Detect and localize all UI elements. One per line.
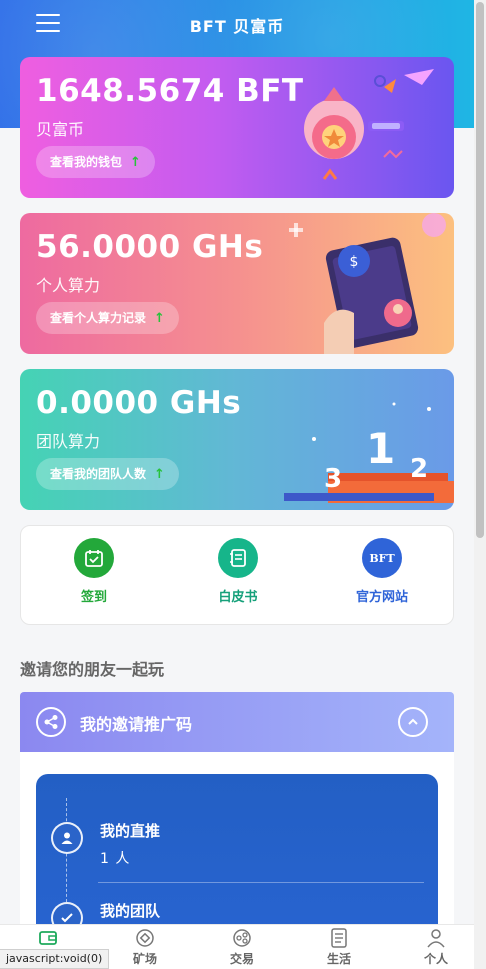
tab-life-label: 生活	[326, 952, 351, 966]
notebook-icon	[218, 538, 258, 578]
chevron-up-icon[interactable]	[398, 707, 428, 737]
wallet-balance: 1648.5674 BFT	[36, 73, 304, 109]
top-bar: BFT 贝富币	[0, 0, 474, 48]
wallet-balance-card: 1648.5674 BFT 贝富币 查看我的钱包 ↑	[20, 57, 454, 198]
app-page: BFT 贝富币 1648.5674 BFT 贝富币 查看我的钱包 ↑ 56.000…	[0, 0, 474, 969]
arrow-up-icon: ↑	[130, 155, 141, 170]
exchange-icon	[212, 927, 272, 949]
document-icon	[309, 927, 369, 949]
svg-text:2: 2	[410, 454, 428, 484]
view-team-members-label: 查看我的团队人数	[50, 467, 147, 481]
view-hashrate-records-label: 查看个人算力记录	[50, 311, 147, 325]
view-team-members-button[interactable]: 查看我的团队人数 ↑	[36, 458, 179, 490]
tab-life[interactable]: 生活	[309, 927, 369, 967]
view-wallet-button[interactable]: 查看我的钱包 ↑	[36, 146, 155, 178]
bft-logo-icon: BFT	[362, 538, 402, 578]
svg-text:1: 1	[366, 424, 395, 473]
divider	[98, 882, 424, 883]
arrow-up-icon: ↑	[154, 311, 165, 326]
personal-hashrate-label: 个人算力	[36, 276, 101, 295]
phone-illustration: $	[289, 213, 446, 354]
view-hashrate-records-button[interactable]: 查看个人算力记录 ↑	[36, 302, 179, 334]
tab-profile-label: 个人	[423, 952, 448, 966]
share-icon	[36, 707, 66, 737]
calendar-check-icon	[74, 538, 114, 578]
browser-status-bar: javascript:void(0)	[0, 949, 110, 969]
tab-wallet[interactable]	[18, 927, 78, 949]
tab-exchange-label: 交易	[229, 952, 254, 966]
tab-mine-label: 矿场	[132, 952, 157, 966]
check-in-link[interactable]: 签到	[39, 538, 149, 605]
svg-text:$: $	[350, 254, 359, 270]
personal-hashrate-card: 56.0000 GHs 个人算力 查看个人算力记录 ↑ $	[20, 213, 454, 354]
svg-text:3: 3	[324, 464, 342, 494]
whitepaper-label: 白皮书	[218, 590, 258, 605]
check-in-label: 签到	[80, 590, 107, 605]
page-title: BFT 贝富币	[189, 17, 285, 36]
person-icon	[51, 822, 83, 854]
invite-code-title: 我的邀请推广码	[80, 715, 193, 734]
money-bag-illustration	[304, 69, 434, 180]
tab-exchange[interactable]: 交易	[212, 927, 272, 967]
whitepaper-link[interactable]: 白皮书	[183, 538, 293, 605]
scrollbar-thumb[interactable]	[476, 2, 484, 538]
quick-links-panel: 签到 白皮书 BFT 官方网站	[20, 525, 454, 625]
mine-icon	[115, 927, 175, 949]
invite-section-title: 邀请您的朋友一起玩	[20, 660, 165, 679]
official-website-label: 官方网站	[355, 590, 408, 605]
arrow-up-icon: ↑	[154, 467, 165, 482]
team-hashrate-label: 团队算力	[36, 432, 101, 451]
team-hashrate: 0.0000 GHs	[36, 385, 242, 421]
my-team-title: 我的团队	[100, 902, 161, 920]
personal-hashrate: 56.0000 GHs	[36, 229, 264, 265]
tab-mine[interactable]: 矿场	[115, 927, 175, 967]
tab-profile[interactable]: 个人	[406, 927, 466, 967]
page-scrollbar[interactable]	[474, 0, 486, 969]
wallet-icon	[18, 927, 78, 949]
direct-referrals-title: 我的直推	[100, 822, 161, 840]
team-hashrate-card: 0.0000 GHs 团队算力 查看我的团队人数 ↑ 1 2 3	[20, 369, 454, 510]
invite-code-header[interactable]: 我的邀请推广码	[20, 692, 454, 752]
wallet-balance-label: 贝富币	[36, 120, 85, 139]
view-wallet-label: 查看我的钱包	[50, 155, 123, 169]
person-icon	[406, 927, 466, 949]
podium-illustration: 1 2 3	[284, 402, 454, 503]
direct-referrals-value: 1 人	[100, 851, 131, 867]
official-website-link[interactable]: BFT 官方网站	[327, 538, 437, 605]
